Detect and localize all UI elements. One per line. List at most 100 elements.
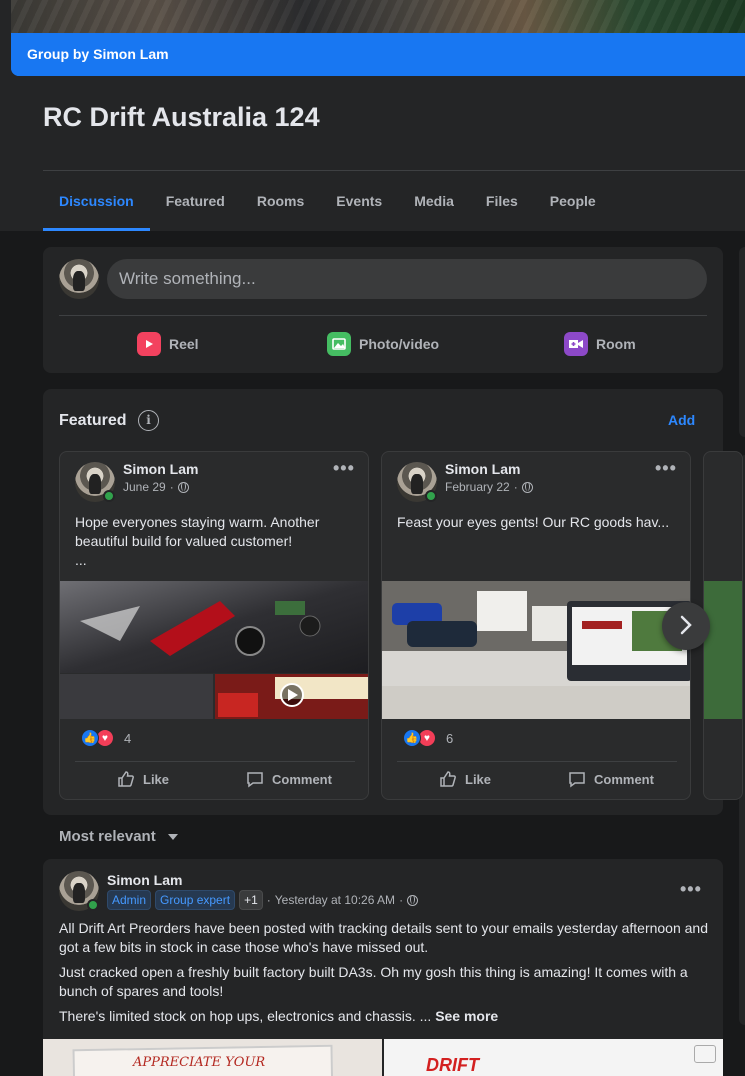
photo-video-label: Photo/video (359, 336, 440, 352)
dot-separator: · (399, 893, 404, 907)
tab-discussion[interactable]: Discussion (43, 171, 150, 231)
like-label: Like (465, 771, 492, 787)
post-media[interactable] (704, 581, 742, 719)
room-button[interactable]: Room (564, 329, 636, 359)
post-author[interactable]: Simon Lam (445, 461, 520, 477)
online-status-dot (103, 490, 115, 502)
featured-post[interactable]: Simon Lam February 22 · ••• Feast your e… (381, 451, 691, 800)
post-image[interactable]: DRIFT (384, 1039, 723, 1076)
globe-icon (177, 481, 189, 493)
comment-icon (569, 772, 585, 788)
group-title: RC Drift Australia 124 (43, 102, 320, 132)
see-more-link[interactable]: See more (435, 1008, 498, 1024)
featured-section: Featured i Add Simon Lam June 29 · ••• H… (43, 389, 743, 815)
reaction-count: 4 (124, 730, 132, 746)
logo-icon (694, 1045, 716, 1063)
group-tabs: Discussion Featured Rooms Events Media F… (43, 171, 612, 231)
tab-rooms[interactable]: Rooms (241, 171, 320, 231)
tab-people[interactable]: People (534, 171, 612, 231)
admin-badge[interactable]: Admin (107, 890, 152, 910)
write-something-input[interactable]: Write something... (107, 259, 707, 299)
post-composer: Write something... Reel Photo/video Room (43, 247, 723, 373)
reaction-count: 6 (446, 730, 454, 746)
like-label: Like (143, 771, 170, 787)
divider (75, 761, 355, 762)
featured-title: Featured (59, 412, 127, 429)
post-text: Feast your eyes gents! Our RC goods hav.… (397, 514, 670, 530)
online-status-dot (87, 899, 99, 911)
more-badges[interactable]: +1 (239, 890, 263, 910)
post-date-text[interactable]: June 29 (123, 480, 166, 494)
right-column-edge (739, 247, 745, 437)
thumbs-up-icon (440, 771, 456, 787)
post-timestamp[interactable]: Yesterday at 10:26 AM (275, 893, 395, 907)
more-options-icon[interactable]: ••• (333, 458, 355, 479)
divider (397, 761, 677, 762)
post-media[interactable] (60, 581, 368, 719)
post-paragraph-text: There's limited stock on hop ups, electr… (59, 1008, 432, 1024)
globe-icon (407, 894, 419, 906)
post-author[interactable]: Simon Lam (107, 872, 182, 888)
tab-events[interactable]: Events (320, 171, 398, 231)
featured-post[interactable]: Simon Lam June 29 · ••• Hope everyones s… (59, 451, 369, 800)
post-date: February 22 · (445, 480, 533, 494)
reel-icon (137, 332, 161, 356)
reaction-summary[interactable]: 👍 ♥ 6 (403, 729, 453, 747)
next-arrow-button[interactable] (662, 602, 710, 650)
page: Group by Simon Lam RC Drift Australia 12… (0, 0, 745, 1076)
online-status-dot (425, 490, 437, 502)
like-reaction-icon: 👍 (403, 729, 421, 747)
post-text-body: Hope everyones staying warm. Another bea… (75, 514, 320, 549)
more-options-icon[interactable]: ••• (655, 458, 677, 479)
comment-label: Comment (272, 771, 332, 787)
group-owner-label[interactable]: Group by Simon Lam (27, 46, 169, 62)
comment-icon (247, 772, 263, 788)
dot-separator: · (266, 893, 271, 907)
cover-photo[interactable] (11, 0, 745, 33)
dot-separator: · (169, 480, 174, 494)
like-reaction-icon: 👍 (81, 729, 99, 747)
tab-files[interactable]: Files (470, 171, 534, 231)
thumbs-up-icon (118, 771, 134, 787)
reel-label: Reel (169, 336, 199, 352)
feed-post: Simon Lam Admin Group expert +1 · Yester… (43, 859, 723, 1076)
comment-button[interactable]: Comment (246, 770, 332, 788)
like-button[interactable]: Like (439, 770, 491, 788)
dot-separator: · (513, 480, 518, 494)
reel-button[interactable]: Reel (137, 329, 199, 359)
cover-banner[interactable]: Group by Simon Lam (11, 0, 745, 76)
group-expert-badge[interactable]: Group expert (155, 890, 236, 910)
globe-icon (521, 481, 533, 493)
comment-label: Comment (594, 771, 654, 787)
image-text: DRIFT (426, 1055, 479, 1075)
post-paragraph: All Drift Art Preorders have been posted… (59, 920, 709, 955)
cover-bar: Group by Simon Lam (11, 33, 745, 76)
author-badges: Admin Group expert +1 · Yesterday at 10:… (107, 890, 419, 910)
divider (59, 315, 707, 316)
post-paragraph: Just cracked open a freshly built factor… (59, 964, 688, 999)
post-image[interactable]: APPRECIATE YOUR (43, 1039, 382, 1076)
reaction-summary[interactable]: 👍 ♥ 4 (81, 729, 131, 747)
tab-featured[interactable]: Featured (150, 171, 241, 231)
sort-label: Most relevant (59, 828, 156, 845)
info-icon[interactable]: i (138, 410, 159, 431)
like-button[interactable]: Like (117, 770, 169, 788)
comment-button[interactable]: Comment (568, 770, 654, 788)
post-paragraph: There's limited stock on hop ups, electr… (59, 1007, 709, 1026)
caret-down-icon (167, 833, 178, 840)
image-text: APPRECIATE YOUR (133, 1055, 266, 1070)
post-text-ellipsis: ... (75, 552, 87, 568)
post-date: June 29 · (123, 480, 189, 494)
post-text: Hope everyones staying warm. Another bea… (75, 513, 355, 570)
more-options-icon[interactable]: ••• (680, 879, 702, 900)
video-room-icon (564, 332, 588, 356)
photo-video-button[interactable]: Photo/video (327, 329, 439, 359)
post-media[interactable] (382, 581, 690, 719)
avatar[interactable] (59, 259, 99, 299)
post-author[interactable]: Simon Lam (123, 461, 198, 477)
post-date-text[interactable]: February 22 (445, 480, 510, 494)
add-featured-button[interactable]: Add (668, 412, 695, 428)
sort-dropdown[interactable]: Most relevant (59, 828, 178, 845)
tab-media[interactable]: Media (398, 171, 470, 231)
room-label: Room (596, 336, 636, 352)
